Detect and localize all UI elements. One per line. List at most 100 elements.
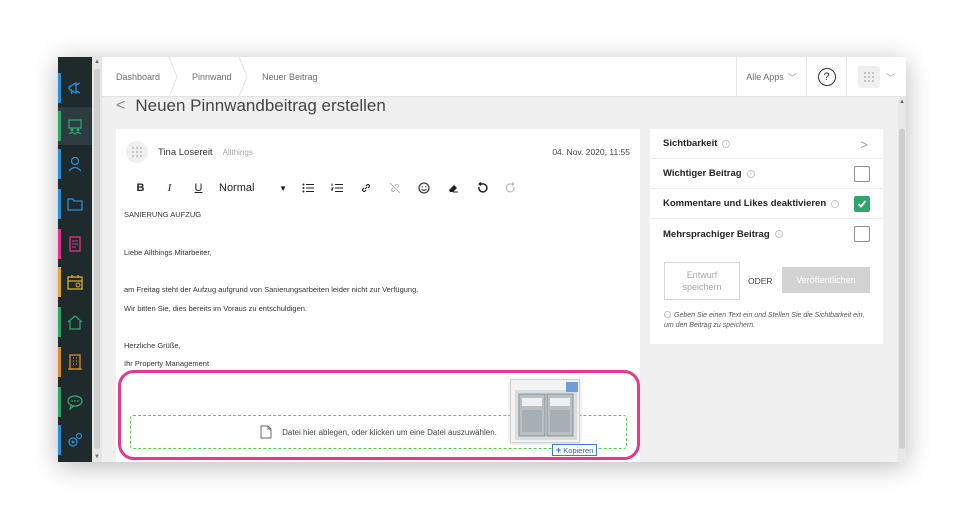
right-scrollbar[interactable]: ▲ [898,97,906,462]
chat-icon [67,395,83,411]
save-hint: Geben Sie einen Text ein und Stellen Sie… [664,311,874,330]
body-greeting[interactable]: Liebe Allthings Mitarbeiter, [124,248,212,257]
body-signature[interactable]: Ihr Property Management [124,359,209,368]
copy-label: Kopieren [563,445,594,455]
author-org: Allthings [222,147,253,157]
chevron-right-icon: > [860,137,868,152]
info-icon: i [831,199,840,208]
numbered-list-button[interactable] [322,177,351,199]
top-header: Dashboard Pinnwand Neuer Beitrag Alle Ap… [102,57,906,97]
right-scrollbar-thumb[interactable] [899,129,905,449]
breadcrumb-dashboard[interactable]: Dashboard [116,57,160,97]
clear-format-button[interactable] [438,177,467,199]
scroll-up-arrow-icon[interactable]: ▲ [899,99,905,105]
chevron-down-icon: ﹀ [885,72,895,83]
nav-item-pinnwand[interactable] [58,107,92,145]
or-label: ODER [748,276,773,286]
info-icon: i [722,139,731,148]
elevator-image-icon [515,382,578,440]
body-closing[interactable]: Herzliche Grüße, [124,341,181,350]
all-apps-button[interactable]: Alle Apps ﹀ [736,57,806,97]
settings-panel: Sichtbarkeit i > Wichtiger Beitrag i Kom… [650,129,883,344]
author-name: Tina Losereit [158,146,213,158]
save-draft-label-1: Entwurf [686,270,718,280]
body-subject[interactable]: SANIERUNG AUFZUG [124,210,201,219]
undo-button[interactable] [467,177,496,199]
author-avatar [126,141,148,163]
underline-button[interactable]: U [184,177,213,199]
important-checkbox[interactable] [854,166,870,182]
calendar-icon [67,275,83,290]
disable-comments-checkbox[interactable] [854,196,870,212]
important-label: Wichtiger Beitrag [663,168,742,179]
nav-item-home[interactable] [58,303,92,341]
format-select[interactable]: Normal ▼ [217,178,289,198]
scroll-down-arrow-icon[interactable]: ▼ [94,454,100,460]
back-chevron-icon[interactable]: < [116,97,125,115]
undo-icon [477,182,488,193]
group-board-icon [68,119,82,135]
scroll-up-arrow-icon[interactable]: ▲ [94,59,100,65]
body-line-2[interactable]: Wir bitten Sie, dies bereits im Voraus z… [124,304,307,313]
author-row: Tina Losereit Allthings 04. Nov. 2020, 1… [126,139,630,165]
document-icon [69,236,81,252]
bullet-list-button[interactable] [293,177,322,199]
info-icon: i [774,230,783,238]
publish-button[interactable]: Veröffentlichen [782,267,870,293]
building-icon [68,354,82,370]
italic-button[interactable]: I [155,177,184,199]
save-draft-button[interactable]: Entwurf speichern [664,262,740,300]
nav-item-chat[interactable] [58,383,92,421]
redo-button[interactable] [496,177,525,199]
left-scrollbar[interactable]: ▲ ▼ [92,57,102,462]
user-icon [68,156,82,172]
user-menu-button[interactable]: ﹀ [846,57,906,97]
unlink-button[interactable] [380,177,409,199]
link-icon [361,183,370,193]
smiley-icon [417,182,430,194]
format-select-value: Normal [219,182,255,194]
important-row: Wichtiger Beitrag i [650,159,883,189]
editor-toolbar: B I U Normal ▼ [126,177,525,199]
nav-item-settings[interactable] [58,421,92,459]
left-nav [58,57,92,462]
page-title-row: < Neuen Pinnwandbeitrag erstellen [116,95,386,117]
info-icon [664,311,671,318]
redo-icon [505,182,515,193]
copy-drag-tooltip: + Kopieren [552,444,598,456]
numbered-list-icon [330,183,343,192]
multilingual-checkbox[interactable] [854,226,870,242]
visibility-row[interactable]: Sichtbarkeit i > [650,129,883,159]
bullet-list-icon [302,183,314,193]
caret-down-icon: ▼ [279,183,287,193]
eraser-icon [448,185,458,193]
nav-item-announcements[interactable] [58,69,92,107]
save-hint-text: Geben Sie einen Text ein und Stellen Sie… [664,312,865,329]
nav-item-files[interactable] [58,185,92,223]
nav-item-users[interactable] [58,145,92,183]
body-line-1[interactable]: am Freitag steht der Aufzug aufgrund von… [124,285,418,294]
multilingual-row: Mehrsprachiger Beitrag i [650,219,883,249]
settings-icon [68,432,83,447]
nav-item-building[interactable] [58,343,92,381]
plus-icon: + [556,445,562,455]
dragged-image-thumbnail[interactable] [510,379,580,443]
post-date: 04. Nov. 2020, 11:55 [552,147,630,157]
unlink-icon [389,182,400,194]
nav-item-calendar[interactable] [58,263,92,301]
folder-icon [67,198,83,211]
all-apps-label: Alle Apps [746,72,784,82]
link-button[interactable] [351,177,380,199]
help-button[interactable]: ? [806,57,846,97]
bold-button[interactable]: B [126,177,155,199]
nav-item-documents[interactable] [58,225,92,263]
left-scrollbar-thumb[interactable] [94,69,100,449]
visibility-label: Sichtbarkeit [663,138,718,149]
breadcrumb-pinnwand[interactable]: Pinnwand [192,57,232,97]
breadcrumb-separator-icon [238,57,248,97]
disable-comments-label: Kommentare und Likes deaktivieren [663,198,827,209]
emoji-button[interactable] [409,177,438,199]
disable-comments-row: Kommentare und Likes deaktivieren i [650,189,883,219]
chevron-down-icon: ﹀ [787,72,797,83]
breadcrumb-neuer-beitrag: Neuer Beitrag [262,72,318,82]
